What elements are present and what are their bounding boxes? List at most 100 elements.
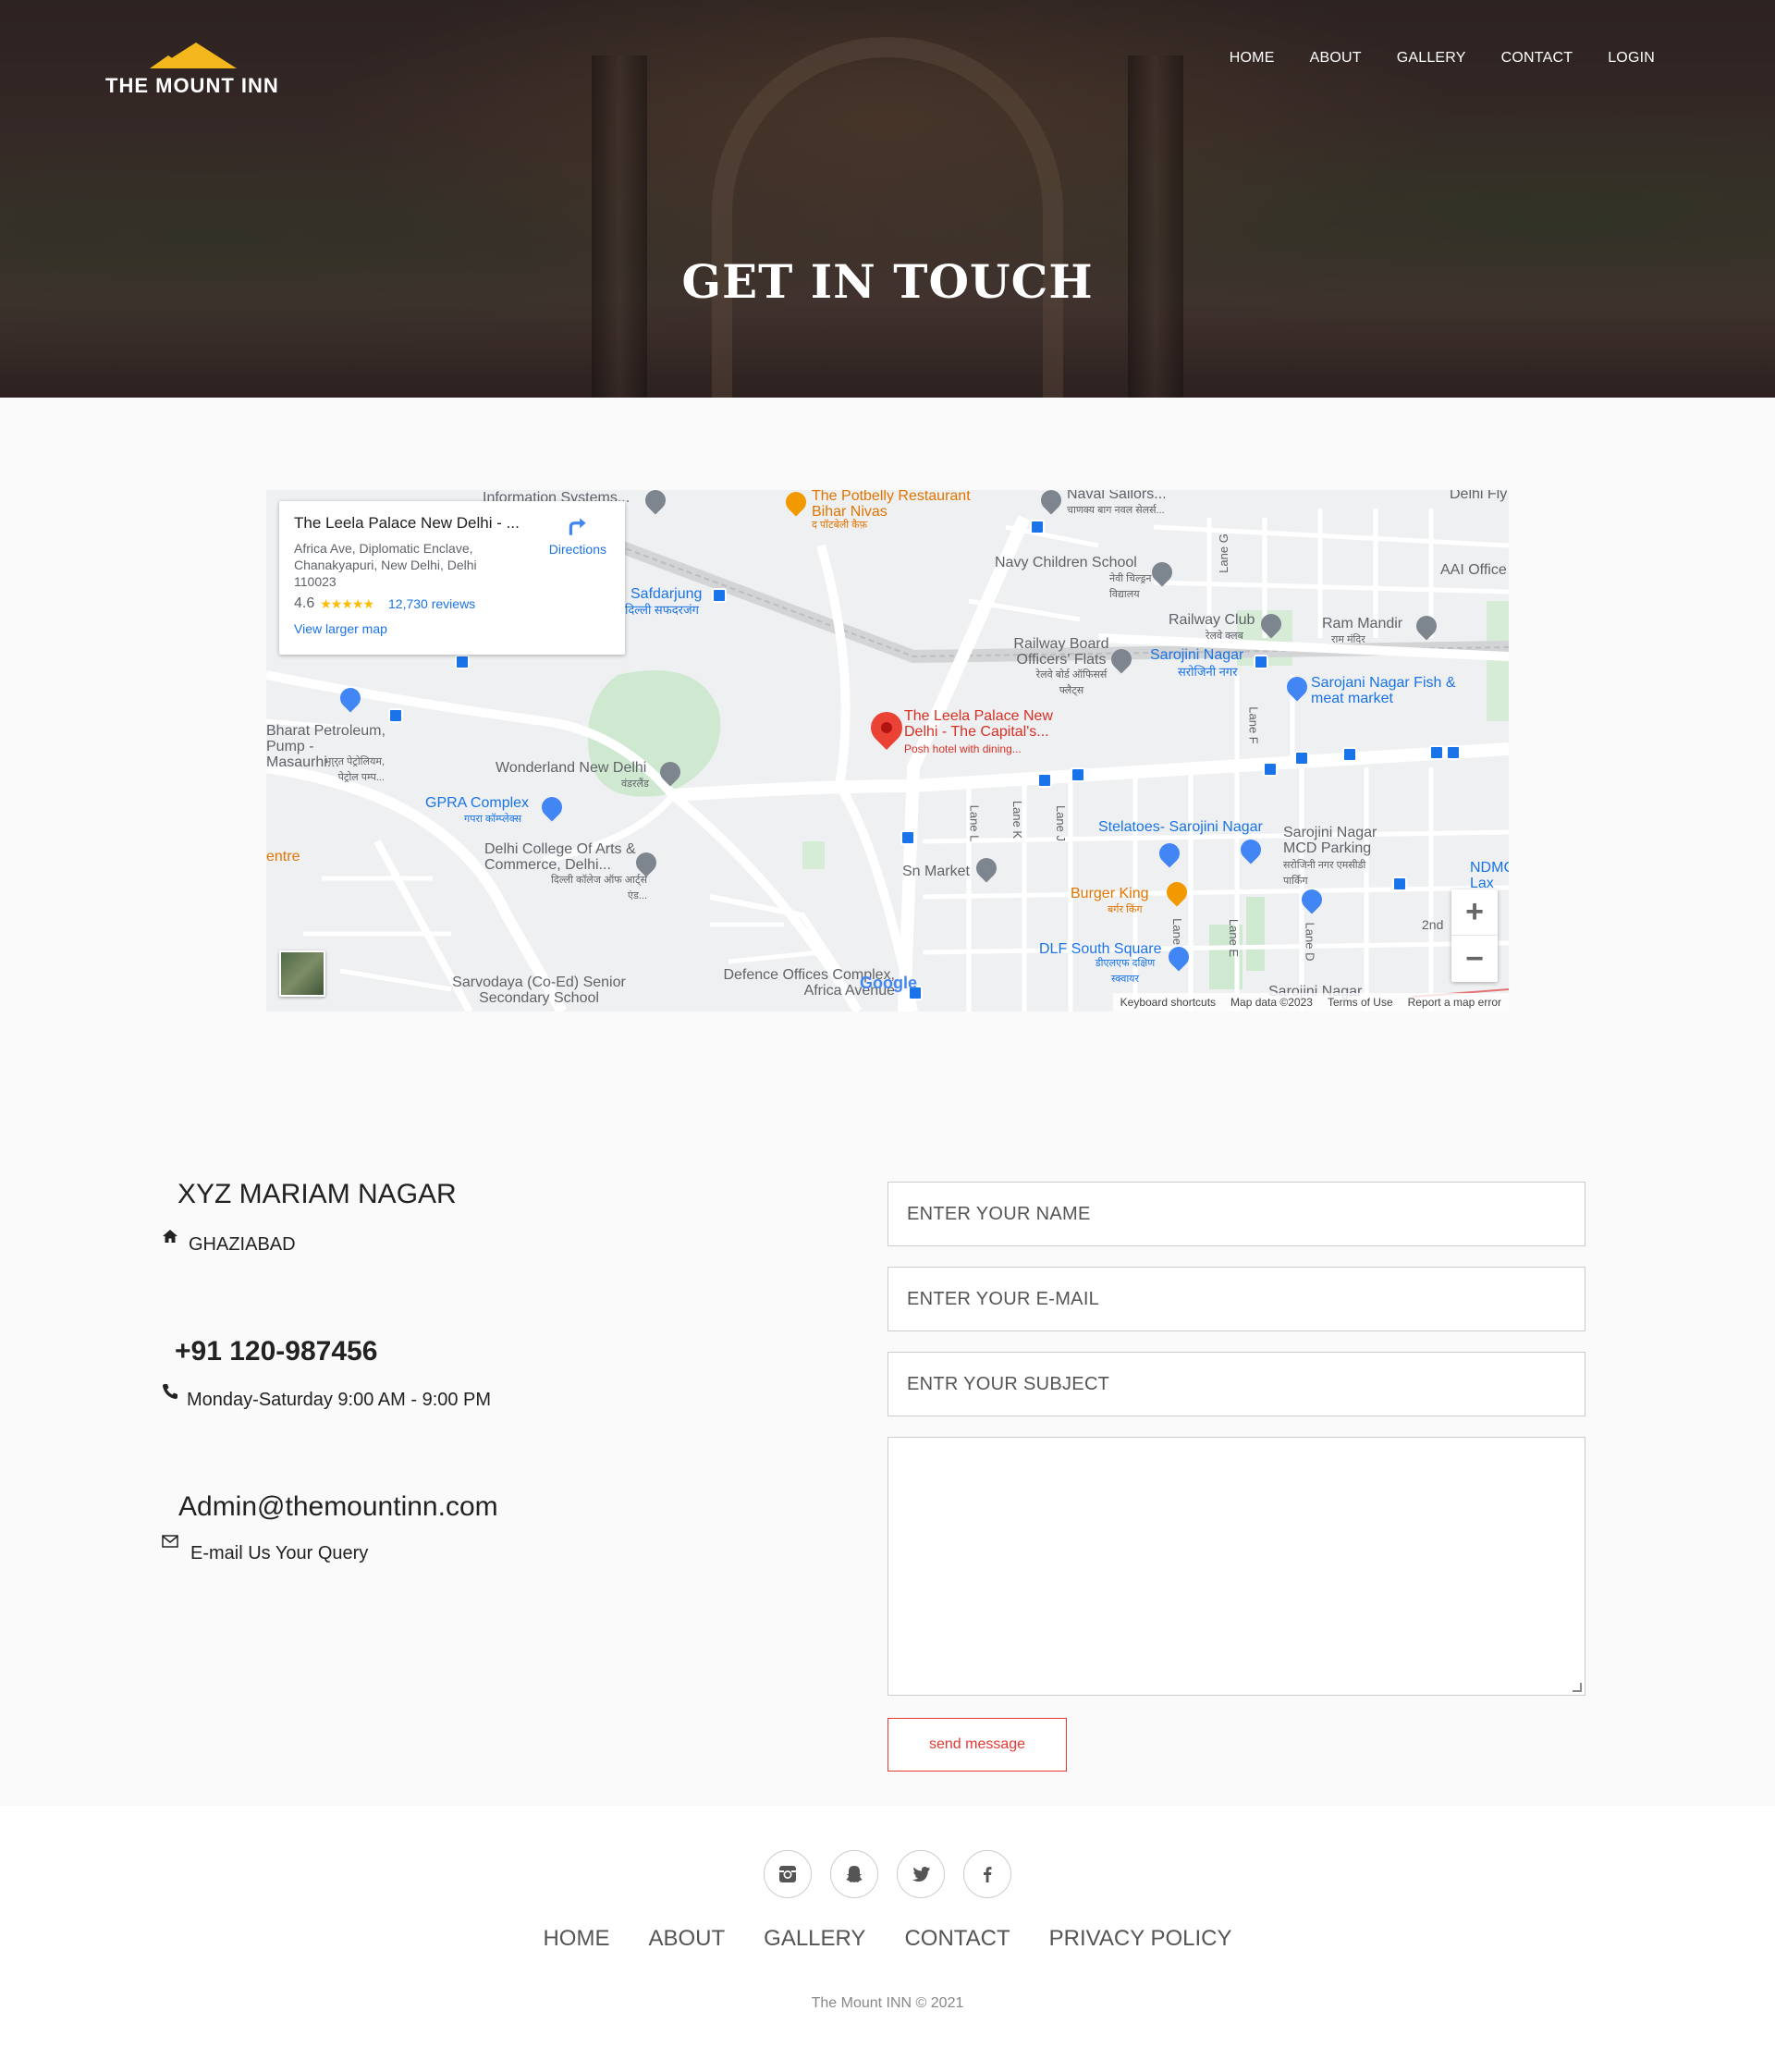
bus-stop-icon[interactable] [1263, 762, 1278, 777]
phone-icon [163, 1384, 178, 1399]
bus-stop-icon[interactable] [1429, 745, 1444, 760]
envelope-icon [162, 1535, 178, 1548]
footer-nav-about[interactable]: ABOUT [648, 1926, 725, 1952]
nav-gallery[interactable]: GALLERY [1397, 50, 1466, 67]
map-label[interactable]: Railway Club [1169, 612, 1255, 628]
map-label[interactable]: Wonderland New Delhi [496, 760, 646, 776]
map-label[interactable]: Sarvodaya (Co-Ed) Senior Secondary Schoo… [433, 975, 645, 1006]
email-field[interactable]: ENTER YOUR E-MAIL [888, 1267, 1585, 1331]
map-label: रेलवे बोर्ड ऑफिसर्स फ्लैट्स [1035, 669, 1108, 696]
bus-stop-icon[interactable] [900, 830, 915, 845]
twitter-glyph [912, 1867, 930, 1882]
map-label: दिल्ली कॉलेज ऑफ आर्ट्स एंड... [551, 875, 647, 901]
satellite-toggle-button[interactable] [279, 950, 325, 997]
bus-stop-icon[interactable] [1071, 767, 1085, 782]
map-label[interactable]: Stelatoes- Sarojini Nagar [1098, 819, 1263, 835]
bus-stop-icon[interactable] [1037, 773, 1052, 788]
zoom-in-button[interactable]: + [1451, 889, 1498, 936]
map-label: चाणक्य बाग नवल सेलर्स... [1067, 505, 1165, 516]
map-label[interactable]: DLF South Square [1039, 941, 1162, 957]
email-address[interactable]: Admin@themountinn.com [178, 1491, 498, 1523]
footer-nav-home[interactable]: HOME [543, 1926, 609, 1952]
embedded-map[interactable]: Information Systems... The Potbelly Rest… [266, 490, 1509, 1011]
map-label[interactable]: entre [266, 849, 300, 864]
bus-stop-icon[interactable] [455, 655, 470, 669]
site-logo[interactable]: THE MOUNT INN [105, 43, 290, 98]
snapchat-glyph [846, 1866, 863, 1882]
footer-nav-gallery[interactable]: GALLERY [764, 1926, 865, 1952]
name-field[interactable]: ENTER YOUR NAME [888, 1182, 1585, 1246]
bus-stop-icon[interactable] [1294, 751, 1309, 766]
map-label[interactable]: The Potbelly Restaurant Bihar Nivas [812, 490, 997, 520]
send-message-button[interactable]: send message [888, 1718, 1067, 1772]
terms-link[interactable]: Terms of Use [1328, 996, 1393, 1009]
footer-nav-contact[interactable]: CONTACT [904, 1926, 1010, 1952]
phone-number[interactable]: +91 120-987456 [175, 1336, 377, 1367]
map-label[interactable]: NDMC Lax [1470, 860, 1509, 891]
reviews-link[interactable]: 12,730 reviews [388, 596, 475, 611]
nav-about[interactable]: ABOUT [1310, 50, 1362, 67]
view-larger-map-link[interactable]: View larger map [294, 621, 610, 636]
map-label[interactable]: Sarojini Nagar MCD Parking [1283, 825, 1403, 856]
map-label[interactable]: Delhi Fly [1450, 490, 1507, 502]
map-label: Lane G [1216, 533, 1230, 573]
map-footer: Keyboard shortcuts Map data ©2023 Terms … [1112, 993, 1509, 1011]
message-textarea[interactable] [888, 1437, 1585, 1696]
keyboard-shortcuts-link[interactable]: Keyboard shortcuts [1120, 996, 1216, 1009]
bus-stop-icon[interactable] [1030, 520, 1045, 534]
place-rating: 4.6 ★★★★★ 12,730 reviews [294, 595, 610, 612]
map-label: Lane D [1303, 922, 1317, 962]
directions-icon [569, 518, 586, 535]
twitter-icon[interactable] [897, 1850, 945, 1898]
subject-field[interactable]: ENTR YOUR SUBJECT [888, 1352, 1585, 1416]
rating-stars-icon: ★★★★★ [320, 595, 374, 611]
map-data-text: Map data ©2023 [1230, 996, 1313, 1009]
page-title: GET IN TOUCH [681, 254, 1094, 309]
map-label: Lane F [1246, 706, 1261, 744]
map-label[interactable]: Delhi College Of Arts & Commerce, Delhi.… [484, 841, 660, 873]
map-label[interactable]: GPRA Complex [425, 795, 529, 811]
footer-nav-privacy[interactable]: PRIVACY POLICY [1049, 1926, 1232, 1952]
bus-stop-icon[interactable] [1392, 877, 1407, 891]
map-label[interactable]: Naval Sailors... [1067, 490, 1167, 502]
map-label-hotel[interactable]: The Leela Palace New Delhi - The Capital… [904, 708, 1089, 740]
google-logo: Google [860, 974, 917, 993]
place-address: Africa Ave, Diplomatic Enclave, Chanakya… [294, 541, 477, 589]
nav-home[interactable]: HOME [1230, 50, 1275, 67]
map-label: डीएलएफ दक्षिण स्क्वायर [1095, 958, 1156, 985]
nav-login[interactable]: LOGIN [1608, 50, 1655, 67]
map-label[interactable]: Sn Market [902, 864, 970, 879]
report-error-link[interactable]: Report a map error [1408, 996, 1501, 1009]
map-label: रेलवे क्लब [1206, 631, 1243, 642]
map-label[interactable]: Sarojini Nagar [1150, 647, 1243, 663]
map-label: गपरा कॉम्प्लेक्स [464, 814, 522, 825]
map-label[interactable]: AAI Office [1440, 562, 1507, 578]
instagram-icon[interactable] [764, 1850, 812, 1898]
map-label: Lane K [1010, 800, 1025, 840]
map-label: Lane L [967, 804, 982, 842]
home-icon [163, 1230, 178, 1243]
map-label: सरोजिनी नगर एमसीडी पार्किंग [1283, 860, 1366, 887]
nav-contact[interactable]: CONTACT [1501, 50, 1573, 67]
train-station-icon[interactable] [712, 588, 727, 603]
map-label: वंडरलैंड [621, 779, 649, 790]
snapchat-icon[interactable] [830, 1850, 878, 1898]
bus-stop-icon[interactable] [388, 708, 403, 723]
train-station-icon[interactable] [1254, 655, 1268, 669]
bus-stop-icon[interactable] [1446, 745, 1461, 760]
instagram-glyph [779, 1866, 796, 1882]
map-label: द पॉटबेली कैफ़ [812, 520, 868, 531]
zoom-out-button[interactable]: − [1451, 936, 1498, 982]
bus-stop-icon[interactable] [1342, 747, 1357, 762]
map-label[interactable]: Railway Board Officers' Flats [1006, 636, 1117, 668]
email-block: Admin@themountinn.com E-mail Us Your Que… [157, 1491, 712, 1649]
directions-button[interactable]: Directions [549, 514, 606, 557]
map-label[interactable]: Sarojani Nagar Fish & meat market [1311, 675, 1468, 706]
map-label: नेवी चिल्ड्रन विद्यालय [1109, 573, 1152, 600]
map-label[interactable]: Ram Mandir [1322, 616, 1402, 631]
facebook-icon[interactable] [963, 1850, 1011, 1898]
map-label[interactable]: Burger King [1071, 886, 1149, 901]
map-label[interactable]: Safdarjung [630, 586, 702, 602]
map-label: भारत पेट्रोलियम, पेट्रोल पम्प... [324, 756, 385, 783]
map-label[interactable]: Navy Children School [995, 555, 1137, 570]
